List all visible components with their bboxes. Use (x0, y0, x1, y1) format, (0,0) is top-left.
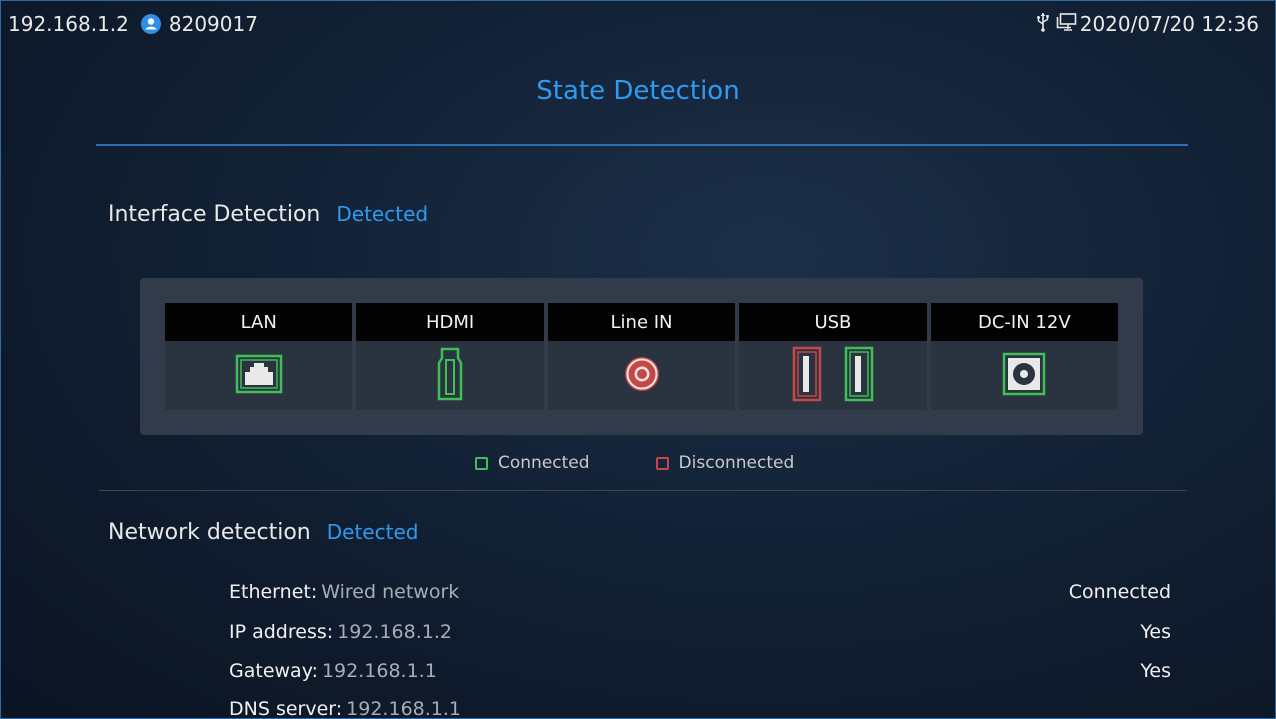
connected-swatch-icon (475, 456, 488, 470)
port-label: USB (739, 303, 927, 341)
disconnected-swatch-icon (655, 456, 669, 470)
status-bar: 192.168.1.2 8209017 2020/07/20 12:36 (1, 1, 1275, 47)
network-detection-heading: Network detection (108, 520, 311, 545)
status-right: 2020/07/20 12:36 (1036, 12, 1275, 37)
network-detection-header: Network detection Detected (108, 520, 418, 545)
port-dc-in: DC-IN 12V (930, 303, 1119, 410)
network-row-info: Ethernet: Wired network (229, 581, 460, 603)
port-icon-area (356, 341, 544, 410)
network-row-gateway: Gateway: 192.168.1.1 Yes (229, 658, 1171, 684)
lan-port-icon (235, 354, 283, 398)
network-row-key: Gateway (229, 660, 312, 682)
display-icon (1056, 12, 1078, 37)
title-divider (96, 144, 1188, 146)
hdmi-port-icon (436, 346, 464, 406)
network-row-ip: IP address: 192.168.1.2 Yes (229, 619, 1171, 645)
network-row-status: Connected (1068, 581, 1171, 603)
port-hdmi: HDMI (356, 303, 544, 410)
network-row-value: 192.168.1.2 (337, 621, 452, 643)
port-line-in: Line IN (547, 303, 736, 410)
legend-connected-label: Connected (498, 453, 590, 473)
network-row-status: Yes (1140, 621, 1171, 643)
dc-in-port-icon (1002, 352, 1046, 400)
account-icon (140, 14, 161, 34)
network-detection-state: Detected (326, 520, 419, 544)
account-number: 8209017 (168, 12, 258, 36)
usb-port-1-icon (792, 346, 822, 406)
port-label: DC-IN 12V (930, 303, 1119, 341)
network-row-info: IP address: 192.168.1.2 (229, 621, 452, 643)
network-row-value: 192.168.1.1 (321, 660, 437, 682)
interface-panel: LAN HDMI Line IN USB DC-IN 12V (140, 278, 1143, 435)
interface-detection-state: Detected (336, 202, 429, 226)
legend-connected: Connected (475, 453, 590, 473)
network-row-info: Gateway: 192.168.1.1 (229, 660, 437, 682)
legend-disconnected: Disconnected (655, 453, 795, 473)
interface-detection-heading: Interface Detection (108, 202, 321, 227)
network-row-dns: DNS server: 192.168.1.1 (229, 696, 1171, 719)
usb-icon (1036, 12, 1050, 37)
network-row-key: DNS server (229, 698, 336, 719)
legend-disconnected-label: Disconnected (678, 453, 795, 473)
network-row-key: Ethernet (229, 581, 311, 603)
port-label: HDMI (356, 303, 544, 341)
port-icon-area (547, 341, 736, 410)
network-row-status: Yes (1140, 660, 1171, 682)
port-label: LAN (165, 303, 353, 341)
port-label: Line IN (547, 303, 736, 341)
network-row-key: IP address (229, 621, 327, 643)
port-usb: USB (739, 303, 927, 410)
port-list: LAN HDMI Line IN USB DC-IN 12V (165, 303, 1119, 410)
port-icon-area (930, 341, 1119, 410)
status-legend: Connected Disconnected (475, 453, 860, 473)
port-icon-area (165, 341, 353, 410)
state-detection-screen: 192.168.1.2 8209017 2020/07/20 12:36 Sta… (0, 0, 1276, 719)
status-left: 192.168.1.2 8209017 (1, 12, 258, 36)
network-row-value: Wired network (321, 581, 460, 603)
page-title: State Detection (536, 76, 740, 106)
usb-port-2-icon (844, 346, 874, 406)
network-row-value: 192.168.1.1 (346, 698, 461, 719)
device-ip: 192.168.1.2 (8, 12, 129, 36)
datetime: 2020/07/20 12:36 (1079, 12, 1259, 36)
network-row-info: DNS server: 192.168.1.1 (229, 698, 461, 719)
section-divider (99, 490, 1187, 491)
line-in-port-icon (622, 354, 662, 398)
port-lan: LAN (165, 303, 353, 410)
port-icon-area (739, 341, 927, 410)
network-row-ethernet: Ethernet: Wired network Connected (229, 579, 1171, 605)
interface-detection-header: Interface Detection Detected (108, 202, 428, 227)
